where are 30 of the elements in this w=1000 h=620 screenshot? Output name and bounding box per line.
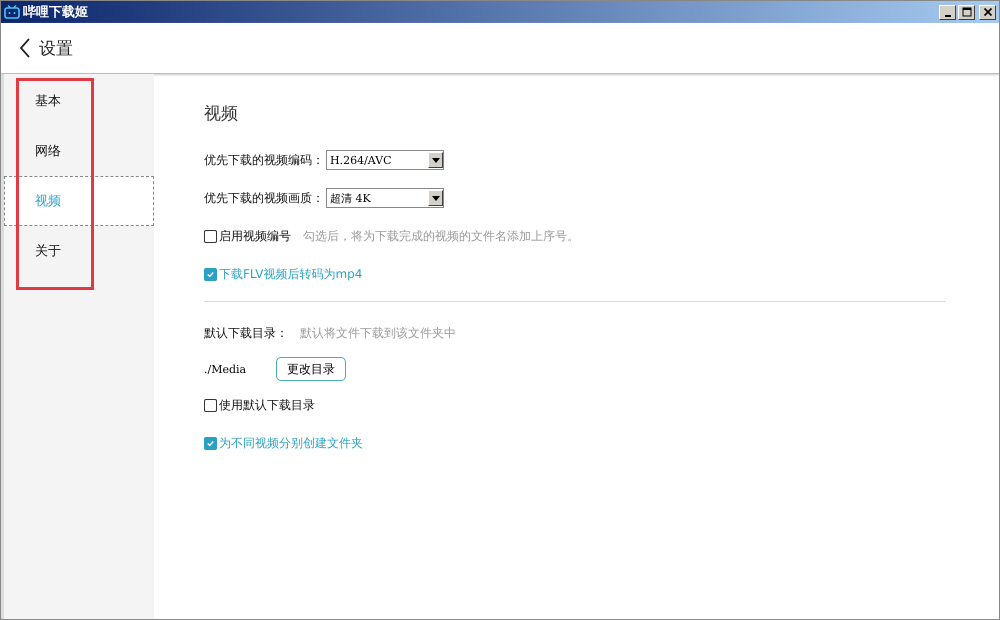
section-title: 视频 — [204, 103, 239, 125]
window-title: 哔哩下载姬 — [23, 4, 88, 21]
maximize-button[interactable] — [958, 4, 975, 20]
directory-path: ./Media — [204, 362, 248, 376]
checkmark-icon — [206, 438, 215, 448]
dropdown-arrow-icon — [432, 196, 440, 200]
checkbox[interactable]: 使用默认下载目录 — [204, 396, 315, 414]
dropdown[interactable]: 超清 4K — [326, 188, 444, 208]
tv-logo-icon — [4, 5, 20, 19]
dropdown-arrow-icon — [432, 158, 440, 162]
minimize-button[interactable] — [939, 4, 956, 20]
hint-text: 勾选后，将为下载完成的视频的文件名添加上序号。 — [303, 228, 579, 244]
field-label: 优先下载的视频画质： — [204, 190, 324, 206]
change-directory-button[interactable]: 更改目录 — [276, 357, 346, 381]
minimize-icon — [944, 14, 950, 16]
sidebar-item[interactable]: 网络 — [4, 126, 154, 176]
dropdown[interactable]: H.264/AVC — [326, 150, 444, 170]
back-button[interactable] — [19, 38, 31, 58]
sidebar-item[interactable]: 关于 — [4, 226, 154, 276]
page-title: 设置 — [39, 38, 73, 60]
field-label: 优先下载的视频编码： — [204, 152, 324, 168]
maximize-icon — [962, 7, 972, 17]
close-button[interactable] — [979, 4, 996, 20]
checkmark-icon — [206, 270, 215, 278]
back-chevron-icon — [19, 38, 31, 58]
hint-text: 默认将文件下载到该文件夹中 — [300, 324, 456, 342]
close-icon — [982, 7, 992, 17]
checkbox[interactable]: 启用视频编号 — [204, 228, 291, 244]
sidebar-item[interactable]: 基本 — [4, 76, 154, 126]
field-label: 默认下载目录： — [204, 324, 288, 342]
